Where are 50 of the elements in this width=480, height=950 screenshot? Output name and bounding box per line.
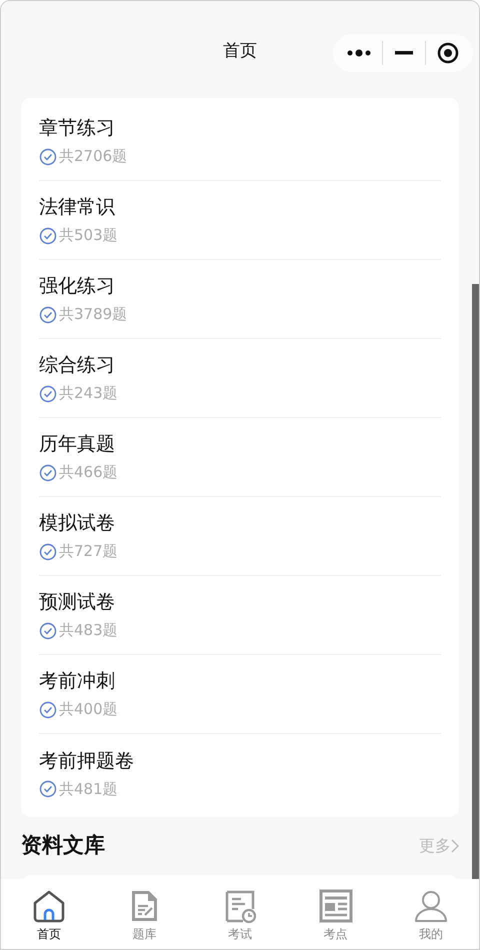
practice-name: 预测试卷 xyxy=(39,590,116,616)
tab-item[interactable]: 首页 xyxy=(1,879,97,949)
practice-item[interactable]: 法律常识 共503题 xyxy=(39,181,441,260)
check-circle-icon xyxy=(39,780,57,798)
tab-item[interactable]: 考试 xyxy=(192,879,288,949)
tab-item[interactable]: 题库 xyxy=(96,879,192,949)
section-title: 资料文库 xyxy=(21,832,105,860)
practice-name: 历年真题 xyxy=(39,432,116,458)
tab-item[interactable]: 我的 xyxy=(383,879,479,949)
practice-item[interactable]: 模拟试卷 共727题 xyxy=(39,497,441,576)
check-circle-icon xyxy=(39,306,57,324)
check-circle-icon xyxy=(39,384,57,402)
question-count: 共243题 xyxy=(59,383,118,404)
question-count: 共466题 xyxy=(59,462,118,484)
check-circle-icon xyxy=(39,464,57,482)
practice-name: 模拟试卷 xyxy=(39,511,116,536)
practice-item[interactable]: 预测试卷 共483题 xyxy=(39,576,441,655)
question-count: 共2706题 xyxy=(59,146,128,168)
practice-name: 综合练习 xyxy=(39,353,116,378)
close-icon[interactable] xyxy=(437,42,460,64)
question-count: 共483题 xyxy=(59,620,118,642)
question-count: 共3789题 xyxy=(59,304,128,326)
check-circle-icon xyxy=(39,542,57,560)
practice-name: 章节练习 xyxy=(39,116,116,142)
check-circle-icon xyxy=(39,622,57,640)
practice-item[interactable]: 综合练习 共243题 xyxy=(39,339,441,418)
question-count: 共503题 xyxy=(59,225,118,246)
practice-name: 考前押题卷 xyxy=(39,748,135,774)
layout-icon xyxy=(318,889,353,923)
question-count: 共481题 xyxy=(59,778,118,800)
home-icon xyxy=(32,889,66,923)
minimize-icon[interactable] xyxy=(394,51,413,55)
tab-item[interactable]: 考点 xyxy=(288,879,384,949)
practice-item[interactable]: 历年真题 共466题 xyxy=(39,418,441,497)
more-icon[interactable] xyxy=(346,49,371,57)
question-count: 共400题 xyxy=(59,699,118,720)
practice-name: 强化练习 xyxy=(39,274,116,300)
practice-item[interactable]: 章节练习 共2706题 xyxy=(39,102,441,181)
page-title: 首页 xyxy=(223,40,257,62)
chevron-right-icon xyxy=(451,839,459,853)
practice-item[interactable]: 强化练习 共3789题 xyxy=(39,260,441,339)
practice-item[interactable]: 考前押题卷 共481题 xyxy=(39,734,441,813)
check-circle-icon xyxy=(39,148,57,166)
practice-item[interactable]: 考前冲刺 共400题 xyxy=(39,655,441,734)
user-icon xyxy=(414,889,448,923)
practice-name: 法律常识 xyxy=(39,195,116,220)
question-count: 共727题 xyxy=(59,541,118,562)
check-circle-icon xyxy=(39,700,57,718)
check-circle-icon xyxy=(39,226,57,244)
practice-name: 考前冲刺 xyxy=(39,669,116,694)
